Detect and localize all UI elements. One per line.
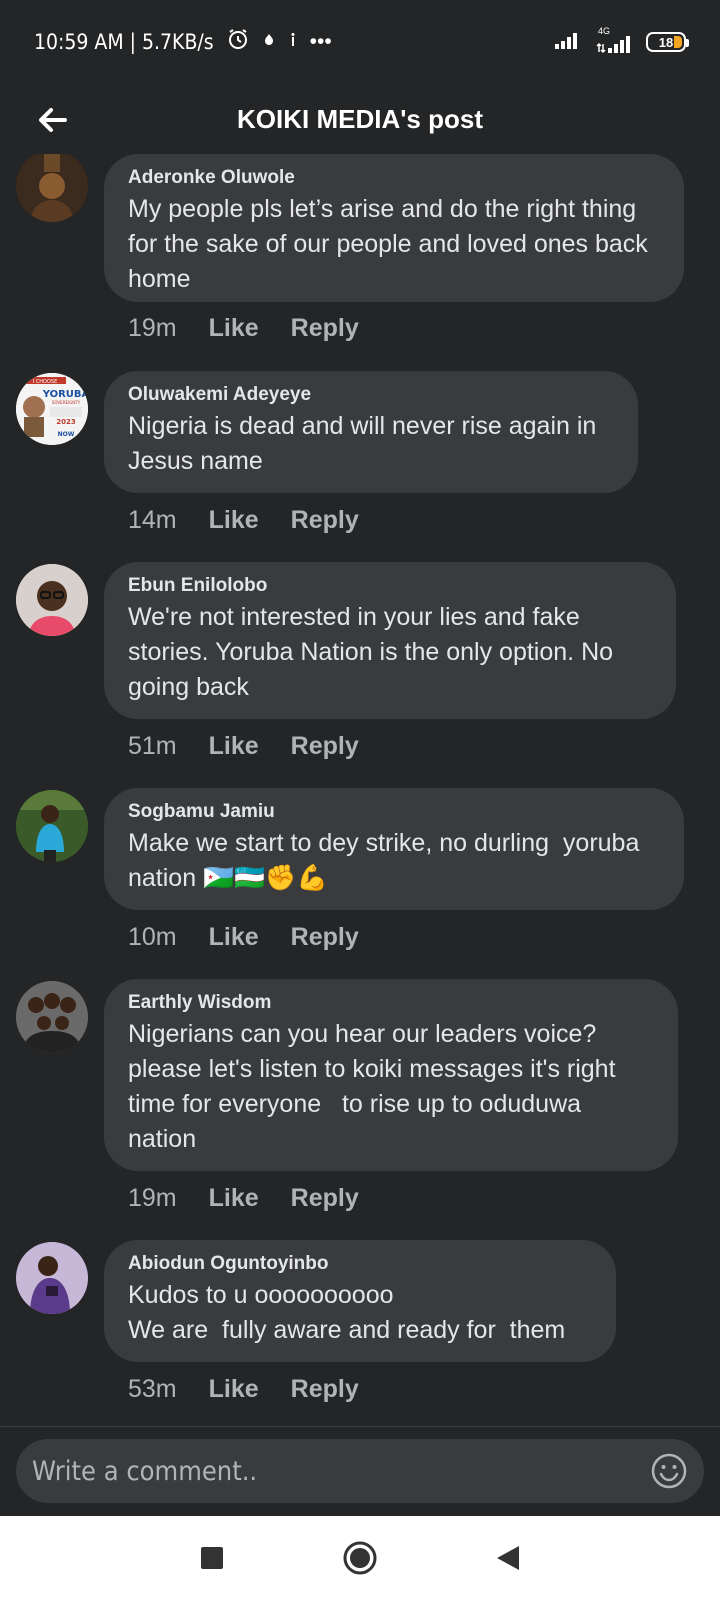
comment-text: Nigerians can you hear our leaders voice… [128,1020,623,1153]
comments-list[interactable]: Aderonke Oluwole My people pls let’s ari… [0,154,720,1426]
triangle-back-icon [497,1546,519,1570]
comment-bubble[interactable]: Sogbamu Jamiu Make we start to dey strik… [104,788,684,910]
comment-author[interactable]: Aderonke Oluwole [128,164,660,192]
page-title: KOIKI MEDIA's post [237,103,483,134]
comment-time[interactable]: 19m [128,1184,177,1213]
avatar[interactable] [16,154,88,222]
battery-level: 18 [658,34,674,50]
comment-time[interactable]: 53m [128,1375,177,1404]
like-button[interactable]: Like [209,1184,259,1213]
comment-author[interactable]: Sogbamu Jamiu [128,798,660,826]
reply-button[interactable]: Reply [291,1375,359,1404]
comment-author[interactable]: Oluwakemi Adeyeye [128,381,614,409]
avatar[interactable] [16,981,88,1053]
signal-4g-icon: 4G [596,26,632,54]
status-time: 10:59 AM | 5.7KB/s [34,30,214,54]
comment-time[interactable]: 51m [128,732,177,761]
comment-author[interactable]: Abiodun Oguntoyinbo [128,1250,592,1278]
reply-button[interactable]: Reply [291,506,359,535]
comment-text: Nigeria is dead and will never rise agai… [128,412,604,475]
reply-button[interactable]: Reply [291,732,359,761]
comment-bubble[interactable]: Oluwakemi Adeyeye Nigeria is dead and wi… [104,371,638,493]
reply-button[interactable]: Reply [291,314,359,343]
comment-text: We're not interested in your lies and fa… [128,603,620,701]
notification-icon [262,30,276,54]
emoji-icon[interactable] [650,1452,688,1490]
comment-bubble[interactable]: Abiodun Oguntoyinbo Kudos to u ooooooooo… [104,1240,616,1362]
like-button[interactable]: Like [209,314,259,343]
square-icon [201,1547,223,1569]
back-button[interactable] [28,96,76,144]
comment-text: Make we start to dey strike, no durling … [128,829,647,892]
comment-text: My people pls let’s arise and do the rig… [128,195,655,293]
back-nav-button[interactable] [486,1536,530,1580]
notification-small-icon [288,30,298,54]
recents-button[interactable] [190,1536,234,1580]
like-button[interactable]: Like [209,923,259,952]
comment-actions: 53m Like Reply [128,1375,359,1404]
comment-actions: 10m Like Reply [128,923,359,952]
like-button[interactable]: Like [209,1375,259,1404]
status-bar: 10:59 AM | 5.7KB/s ••• 4G 18 [0,0,720,84]
alarm-icon [226,27,250,57]
comment-composer [0,1426,720,1517]
reply-button[interactable]: Reply [291,1184,359,1213]
system-nav-bar [0,1516,720,1600]
composer-box[interactable] [16,1439,704,1503]
avatar-year-text: 2023 [56,418,76,426]
avatar[interactable] [16,1242,88,1314]
avatar-top-text: I CHOOSE [33,379,58,385]
comment-text: Kudos to u oooooooooo We are fully aware… [128,1281,566,1344]
home-button[interactable] [338,1536,382,1580]
avatar-now-text: NOW [58,431,75,438]
comment-bubble[interactable]: Aderonke Oluwole My people pls let’s ari… [104,154,684,302]
avatar[interactable]: I CHOOSE YORUBA SOVEREIGNTY 2023 NOW [16,373,88,445]
more-notifications-icon: ••• [309,30,332,53]
comment-actions: 14m Like Reply [128,506,359,535]
avatar-sub-text: SOVEREIGNTY [52,400,81,405]
comment-actions: 19m Like Reply [128,1184,359,1213]
status-left: 10:59 AM | 5.7KB/s ••• [34,27,332,57]
comment-bubble[interactable]: Earthly Wisdom Nigerians can you hear ou… [104,979,678,1171]
back-arrow-icon [39,108,67,132]
app-header: KOIKI MEDIA's post [0,84,720,154]
avatar[interactable] [16,790,88,862]
comment-actions: 51m Like Reply [128,732,359,761]
signal-icon [554,30,582,55]
avatar[interactable] [16,564,88,636]
circle-icon [343,1541,377,1575]
comment-bubble[interactable]: Ebun Enilolobo We're not interested in y… [104,562,676,719]
like-button[interactable]: Like [209,732,259,761]
battery-icon: 18 [646,32,689,52]
comment-time[interactable]: 10m [128,923,177,952]
comment-actions: 19m Like Reply [128,314,359,343]
comment-time[interactable]: 14m [128,506,177,535]
status-right: 4G 18 [554,26,689,55]
avatar-main-text: YORUBA [42,389,88,400]
comment-time[interactable]: 19m [128,314,177,343]
comment-author[interactable]: Ebun Enilolobo [128,572,652,600]
comment-author[interactable]: Earthly Wisdom [128,989,654,1017]
like-button[interactable]: Like [209,506,259,535]
reply-button[interactable]: Reply [291,923,359,952]
comment-input[interactable] [30,1454,650,1488]
